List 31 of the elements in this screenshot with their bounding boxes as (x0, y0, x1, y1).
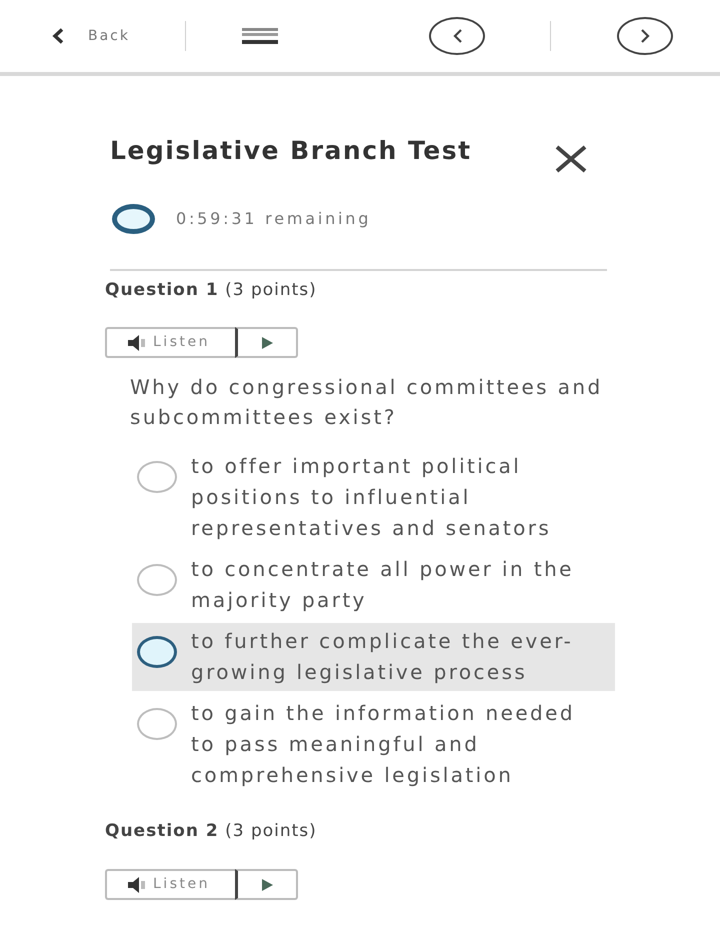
radio-button[interactable] (137, 564, 177, 596)
chevron-right-icon (640, 29, 650, 43)
ring-icon (112, 204, 155, 234)
radio-button[interactable] (137, 708, 177, 740)
close-button[interactable] (555, 145, 587, 173)
previous-button[interactable] (429, 17, 485, 55)
question-text: Why do congressional committees and subcommittees exist? (130, 374, 604, 431)
close-icon (555, 145, 587, 173)
answer-option-text[interactable]: to further complicate the ever-growing legislative process (191, 626, 601, 688)
speaker-icon (127, 876, 147, 892)
chevron-left-icon (52, 28, 64, 44)
answer-option-text[interactable]: to offer important political positions to influential representatives and senators (191, 451, 601, 544)
listen-button[interactable]: Listen (105, 869, 235, 900)
menu-icon (242, 28, 278, 44)
answer-option-text[interactable]: to concentrate all power in the majority party (191, 554, 601, 616)
question-heading: Question 1 (3 points) (105, 279, 318, 301)
radio-button[interactable] (137, 461, 177, 493)
play-icon (261, 336, 273, 348)
play-icon (261, 878, 273, 890)
listen-button[interactable]: Listen (105, 327, 235, 358)
radio-button[interactable] (137, 636, 177, 668)
question-heading: Question 2 (3 points) (105, 820, 318, 842)
test-title: Legislative Branch Test (110, 135, 472, 167)
play-button[interactable] (235, 327, 298, 358)
next-button[interactable] (617, 17, 673, 55)
chevron-left-icon (452, 29, 462, 43)
answer-option-text[interactable]: to gain the information needed to pass meaningful and comprehensive legislation (191, 698, 601, 791)
timer-text: 0:59:31 remaining (176, 208, 372, 230)
play-button[interactable] (235, 869, 298, 900)
back-button[interactable]: Back (48, 16, 137, 56)
speaker-icon (127, 334, 147, 350)
